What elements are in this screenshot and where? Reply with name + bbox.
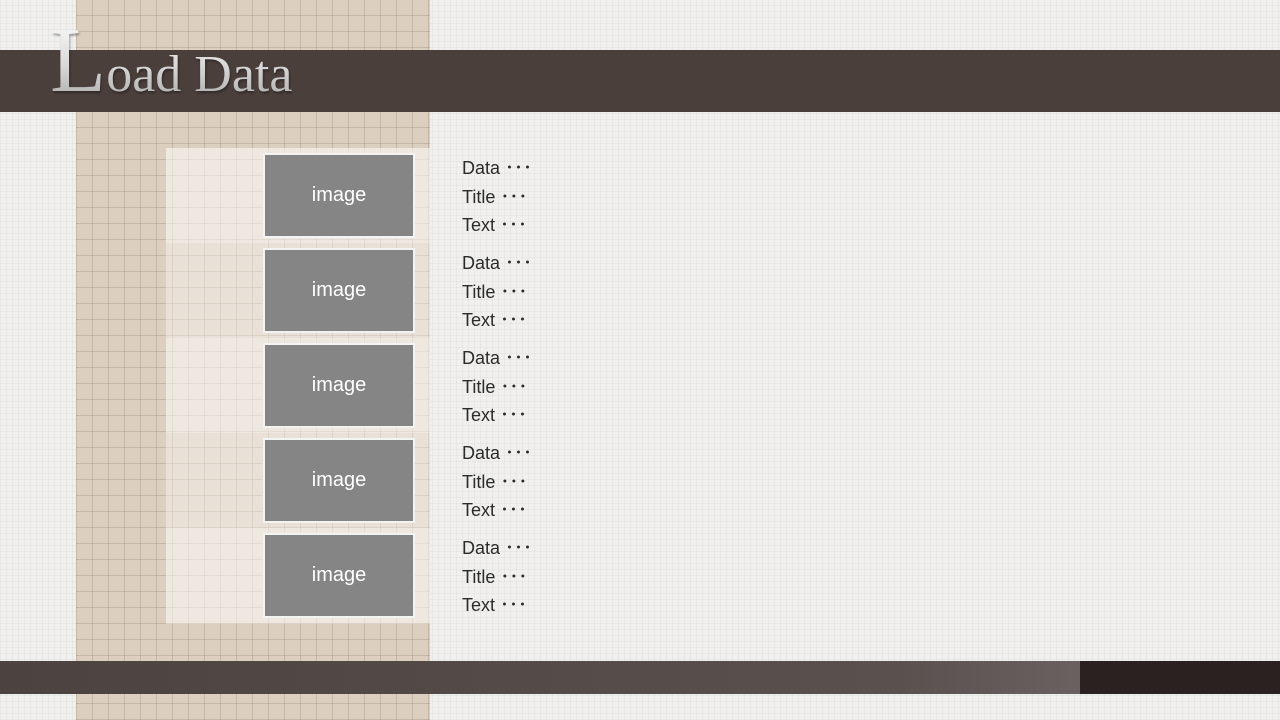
item-data-line: Data ･･･ — [462, 348, 533, 368]
image-placeholder[interactable]: image — [263, 248, 415, 333]
list-item[interactable]: image Data ･･･ Title ･･･ Text ･･･ — [166, 148, 666, 243]
item-data-line: Data ･･･ — [462, 253, 533, 273]
item-data-line: Data ･･･ — [462, 158, 533, 178]
list-item[interactable]: image Data ･･･ Title ･･･ Text ･･･ — [166, 243, 666, 338]
item-title-line: Title ･･･ — [462, 281, 528, 302]
image-placeholder[interactable]: image — [263, 153, 415, 238]
item-text: Data ･･･ Title ･･･ Text ･･･ — [462, 156, 662, 242]
page-title-initial: L — [50, 9, 107, 111]
item-text-line: Text ･･･ — [462, 310, 528, 330]
item-data-line: Data ･･･ — [462, 443, 533, 463]
list-item[interactable]: image Data ･･･ Title ･･･ Text ･･･ — [166, 528, 666, 623]
item-title-line: Title ･･･ — [462, 376, 528, 397]
list-item[interactable]: image Data ･･･ Title ･･･ Text ･･･ — [166, 338, 666, 433]
list-item[interactable]: image Data ･･･ Title ･･･ Text ･･･ — [166, 433, 666, 528]
item-text-line: Text ･･･ — [462, 500, 528, 520]
item-text-line: Text ･･･ — [462, 405, 528, 425]
item-data-line: Data ･･･ — [462, 538, 533, 558]
image-placeholder[interactable]: image — [263, 343, 415, 428]
item-text: Data ･･･ Title ･･･ Text ･･･ — [462, 441, 662, 527]
item-text: Data ･･･ Title ･･･ Text ･･･ — [462, 346, 662, 432]
page-title: Load Data — [50, 14, 292, 106]
footer-accent — [1080, 661, 1280, 694]
item-title-line: Title ･･･ — [462, 186, 528, 207]
item-text-line: Text ･･･ — [462, 595, 528, 615]
item-list: image Data ･･･ Title ･･･ Text ･･･ image … — [166, 148, 666, 624]
image-placeholder[interactable]: image — [263, 533, 415, 618]
image-placeholder[interactable]: image — [263, 438, 415, 523]
item-text-line: Text ･･･ — [462, 215, 528, 235]
item-title-line: Title ･･･ — [462, 471, 528, 492]
page-title-rest: oad Data — [106, 46, 293, 103]
item-text: Data ･･･ Title ･･･ Text ･･･ — [462, 536, 662, 622]
item-title-line: Title ･･･ — [462, 566, 528, 587]
item-text: Data ･･･ Title ･･･ Text ･･･ — [462, 251, 662, 337]
